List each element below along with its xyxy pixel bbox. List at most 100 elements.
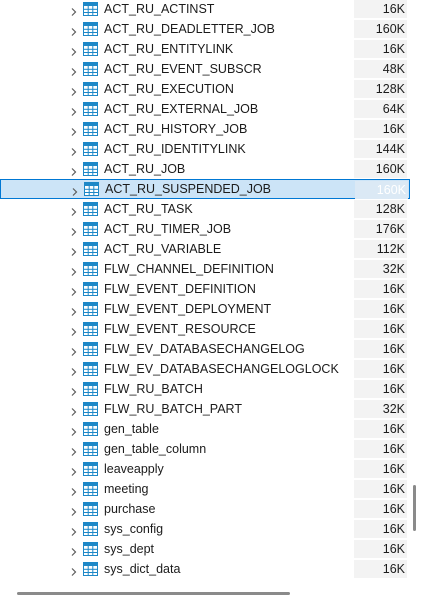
table-name: sys_dict_data [104,562,181,576]
table-name: FLW_EVENT_DEFINITION [104,282,256,296]
tree-row[interactable]: ACT_RU_EXECUTION 128K [0,79,410,99]
table-name: gen_table [104,422,159,436]
chevron-right-icon[interactable] [69,504,79,516]
tree-row[interactable]: FLW_RU_BATCH 16K [0,379,410,399]
chevron-right-icon[interactable] [69,424,79,436]
chevron-right-icon[interactable] [69,124,79,136]
chevron-right-icon[interactable] [69,484,79,496]
chevron-right-icon[interactable] [69,384,79,396]
tree-row[interactable]: ACT_RU_JOB 160K [0,159,410,179]
tree-row[interactable]: ACT_RU_IDENTITYLINK 144K [0,139,410,159]
tree-row[interactable]: ACT_RU_EXTERNAL_JOB 64K [0,99,410,119]
table-name: ACT_RU_JOB [104,162,186,176]
table-name: ACT_RU_TIMER_JOB [104,222,232,236]
chevron-right-icon[interactable] [69,524,79,536]
table-icon [83,442,98,456]
chevron-right-icon[interactable] [69,304,79,316]
table-name: ACT_RU_EVENT_SUBSCR [104,62,262,76]
table-tree: ACT_RU_ACTINST 16K ACT_RU_DEADLETTER_JOB 16… [0,0,423,584]
chevron-right-icon[interactable] [69,264,79,276]
tree-row[interactable]: FLW_EVENT_DEPLOYMENT 16K [0,299,410,319]
tree-row[interactable]: ACT_RU_DEADLETTER_JOB 160K [0,19,410,39]
chevron-right-icon[interactable] [69,464,79,476]
chevron-right-icon[interactable] [69,564,79,576]
table-name: ACT_RU_VARIABLE [104,242,222,256]
chevron-right-icon[interactable] [69,284,79,296]
tree-row[interactable]: FLW_EV_DATABASECHANGELOGLOCK 16K [0,359,410,379]
vertical-scrollbar[interactable] [413,485,416,531]
table-name: FLW_EV_DATABASECHANGELOGLOCK [104,362,339,376]
tree-row[interactable]: ACT_RU_VARIABLE 112K [0,239,410,259]
tree-row[interactable]: sys_dept 16K [0,539,410,559]
chevron-right-icon[interactable] [69,224,79,236]
table-size: 16K [354,360,407,378]
table-size: 16K [354,340,407,358]
chevron-right-icon[interactable] [69,344,79,356]
chevron-right-icon[interactable] [70,184,80,196]
table-size: 16K [354,120,407,138]
table-icon [83,462,98,476]
chevron-right-icon[interactable] [69,404,79,416]
tree-row[interactable]: meeting 16K [0,479,410,499]
chevron-right-icon[interactable] [69,204,79,216]
table-size: 16K [354,520,407,538]
tree-row[interactable]: leaveapply 16K [0,459,410,479]
tree-row[interactable]: ACT_RU_ACTINST 16K [0,0,410,19]
tree-row[interactable]: purchase 16K [0,499,410,519]
table-icon [83,242,98,256]
horizontal-scrollbar[interactable] [17,592,290,595]
table-icon [83,402,98,416]
tree-row[interactable]: ACT_RU_TIMER_JOB 176K [0,219,410,239]
chevron-right-icon[interactable] [69,244,79,256]
table-icon [83,222,98,236]
table-name: ACT_RU_DEADLETTER_JOB [104,22,275,36]
table-name: ACT_RU_SUSPENDED_JOB [105,182,272,196]
table-icon [83,262,98,276]
table-name: FLW_RU_BATCH_PART [104,402,242,416]
table-size: 16K [354,540,407,558]
chevron-right-icon[interactable] [69,544,79,556]
table-icon [83,542,98,556]
tree-row[interactable]: ACT_RU_EVENT_SUBSCR 48K [0,59,410,79]
table-size: 16K [354,560,407,578]
chevron-right-icon[interactable] [69,444,79,456]
table-size: 16K [354,380,407,398]
tree-row[interactable]: FLW_CHANNEL_DEFINITION 32K [0,259,410,279]
tree-row[interactable]: ACT_RU_ENTITYLINK 16K [0,39,410,59]
tree-row[interactable]: FLW_EVENT_RESOURCE 16K [0,319,410,339]
tree-row[interactable]: sys_dict_data 16K [0,559,410,579]
table-icon [83,522,98,536]
table-name: gen_table_column [104,442,207,456]
chevron-right-icon[interactable] [69,104,79,116]
tree-row[interactable]: gen_table_column 16K [0,439,410,459]
table-size: 16K [354,40,407,58]
tree-row[interactable]: ACT_RU_TASK 128K [0,199,410,219]
chevron-right-icon[interactable] [69,84,79,96]
tree-row[interactable]: ACT_RU_HISTORY_JOB 16K [0,119,410,139]
chevron-right-icon[interactable] [69,324,79,336]
chevron-right-icon[interactable] [69,164,79,176]
table-size: 112K [354,240,407,258]
chevron-right-icon[interactable] [69,4,79,16]
table-icon [83,562,98,576]
chevron-right-icon[interactable] [69,144,79,156]
chevron-right-icon[interactable] [69,44,79,56]
table-name: ACT_RU_EXECUTION [104,82,234,96]
tree-row[interactable]: FLW_EVENT_DEFINITION 16K [0,279,410,299]
tree-row[interactable]: FLW_EV_DATABASECHANGELOG 16K [0,339,410,359]
tree-row[interactable]: gen_table 16K [0,419,410,439]
table-size: 16K [354,460,407,478]
table-name: FLW_CHANNEL_DEFINITION [104,262,274,276]
table-size: 48K [354,60,407,78]
table-size: 16K [354,300,407,318]
table-size: 16K [354,0,407,18]
table-name: ACT_RU_ENTITYLINK [104,42,234,56]
chevron-right-icon[interactable] [69,364,79,376]
tree-row[interactable]: ACT_RU_SUSPENDED_JOB 160K [0,179,410,199]
tree-row[interactable]: FLW_RU_BATCH_PART 32K [0,399,410,419]
chevron-right-icon[interactable] [69,64,79,76]
table-icon [83,82,98,96]
chevron-right-icon[interactable] [69,24,79,36]
tree-row[interactable]: sys_config 16K [0,519,410,539]
table-name: ACT_RU_HISTORY_JOB [104,122,248,136]
